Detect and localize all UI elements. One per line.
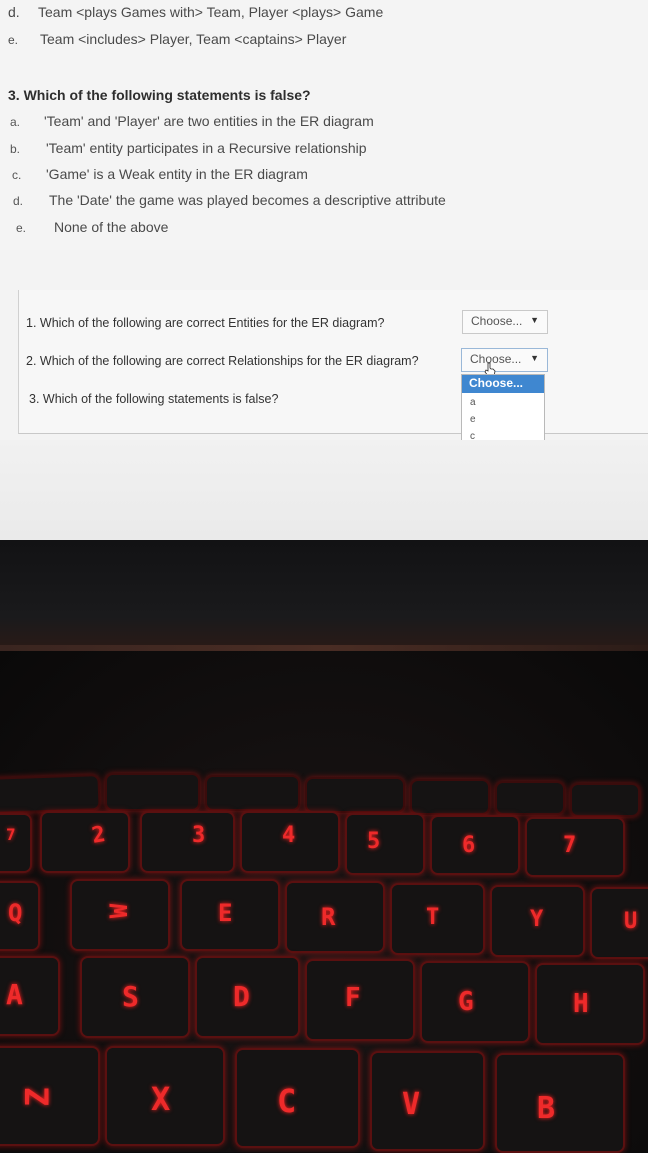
key-label: U xyxy=(624,909,638,934)
key-label: 7 xyxy=(563,833,577,858)
key-f4[interactable] xyxy=(305,777,405,813)
key-letter[interactable]: V xyxy=(370,1051,485,1151)
key-label: 4 xyxy=(282,823,296,848)
key-number[interactable]: 4 xyxy=(240,811,340,873)
key-f3[interactable] xyxy=(205,775,300,811)
key-label: F xyxy=(345,983,361,1013)
dropdown-option-choose[interactable]: Choose... xyxy=(462,375,544,393)
option-text: Team <plays Games with> Team, Player <pl… xyxy=(38,4,384,20)
dropdown-arrow-icon: ▼ xyxy=(530,353,539,363)
key-label: Y xyxy=(530,907,544,932)
prev-option-d[interactable]: d. Team <plays Games with> Team, Player … xyxy=(8,4,383,20)
key-label: S xyxy=(122,980,139,1013)
key-letter[interactable]: S xyxy=(80,956,190,1038)
key-label: W xyxy=(105,903,134,919)
select-value: Choose... xyxy=(471,314,523,328)
key-number[interactable]: 6 xyxy=(430,815,520,875)
key-label: 2 xyxy=(89,822,108,849)
key-letter[interactable]: F xyxy=(305,959,415,1041)
key-letter[interactable]: G xyxy=(420,961,530,1043)
dropdown-arrow-icon: ▼ xyxy=(530,315,539,325)
key-label: C xyxy=(277,1082,297,1120)
key-letter[interactable]: H xyxy=(535,963,645,1045)
option-text: 'Team' and 'Player' are two entities in … xyxy=(44,113,374,129)
match-question-3: 3. Which of the following statements is … xyxy=(29,392,279,406)
option-letter: d. xyxy=(13,194,24,208)
key-label: V xyxy=(402,1087,421,1122)
monitor-bezel xyxy=(0,540,648,650)
key-f2[interactable] xyxy=(105,773,200,811)
option-text: 'Game' is a Weak entity in the ER diagra… xyxy=(46,166,308,182)
key-label: 3 xyxy=(192,823,206,848)
key-number[interactable]: 5 xyxy=(345,813,425,875)
match-question-1: 1. Which of the following are correct En… xyxy=(26,316,385,330)
key-label: X xyxy=(151,1080,171,1118)
key-letter[interactable]: W xyxy=(70,879,170,951)
key-letter[interactable]: U xyxy=(590,887,648,959)
key-label: G xyxy=(458,987,474,1017)
monitor-screen: d. Team <plays Games with> Team, Player … xyxy=(0,0,648,540)
option-text: None of the above xyxy=(54,219,169,235)
key-label: Z xyxy=(18,1087,57,1107)
key-label: 6 xyxy=(462,833,476,858)
key-label: T xyxy=(426,905,440,930)
question-3-title: 3. Which of the following statements is … xyxy=(8,87,311,103)
answer-select-2[interactable]: Choose... ▼ xyxy=(461,348,548,372)
key-letter[interactable]: A xyxy=(0,956,60,1036)
key-f7[interactable] xyxy=(570,783,640,817)
laptop-keyboard: 7 2 3 4 5 6 7 Q W E R T Y U A S D F G H … xyxy=(0,651,648,1153)
key-label: 5 xyxy=(367,829,381,854)
key-label: Q xyxy=(8,899,23,927)
key-letter[interactable]: C xyxy=(235,1048,360,1148)
key-letter[interactable]: E xyxy=(180,879,280,951)
option-text: The 'Date' the game was played becomes a… xyxy=(49,192,446,208)
answer-select-1[interactable]: Choose... ▼ xyxy=(462,310,548,334)
key-letter[interactable]: D xyxy=(195,956,300,1038)
option-letter: e. xyxy=(8,33,19,47)
key-label: R xyxy=(321,903,336,931)
key-label: A xyxy=(6,978,23,1011)
option-letter: c. xyxy=(12,168,22,182)
key-label: B xyxy=(537,1091,556,1126)
key-number[interactable]: 7 xyxy=(525,817,625,877)
key-f6[interactable] xyxy=(495,781,565,815)
dropdown-option[interactable]: a xyxy=(470,397,476,408)
match-question-2: 2. Which of the following are correct Re… xyxy=(26,354,419,368)
key-letter[interactable]: T xyxy=(390,883,485,955)
option-letter: e. xyxy=(16,221,27,235)
key-letter[interactable]: B xyxy=(495,1053,625,1153)
key-letter[interactable]: Y xyxy=(490,885,585,957)
key-f1[interactable] xyxy=(0,774,101,814)
option-text: 'Team' entity participates in a Recursiv… xyxy=(46,140,367,156)
key-letter[interactable]: Q xyxy=(0,881,40,951)
option-letter: b. xyxy=(10,142,21,156)
key-number[interactable]: 2 xyxy=(40,811,130,873)
key-label: 7 xyxy=(6,825,16,844)
key-f5[interactable] xyxy=(410,779,490,815)
key-label: E xyxy=(218,899,233,927)
key-number[interactable]: 3 xyxy=(140,811,235,873)
key-number[interactable]: 7 xyxy=(0,813,32,873)
key-label: D xyxy=(233,980,250,1013)
option-letter: d. xyxy=(8,4,20,20)
key-letter[interactable]: Z xyxy=(0,1046,100,1146)
option-letter: a. xyxy=(10,115,21,129)
option-text: Team <includes> Player, Team <captains> … xyxy=(40,31,347,47)
key-letter[interactable]: X xyxy=(105,1046,225,1146)
key-letter[interactable]: R xyxy=(285,881,385,953)
page-blank-area xyxy=(0,440,648,540)
dropdown-option[interactable]: e xyxy=(470,414,476,425)
prev-option-e[interactable]: e. Team <includes> Player, Team <captain… xyxy=(8,31,346,47)
key-label: H xyxy=(573,989,589,1019)
